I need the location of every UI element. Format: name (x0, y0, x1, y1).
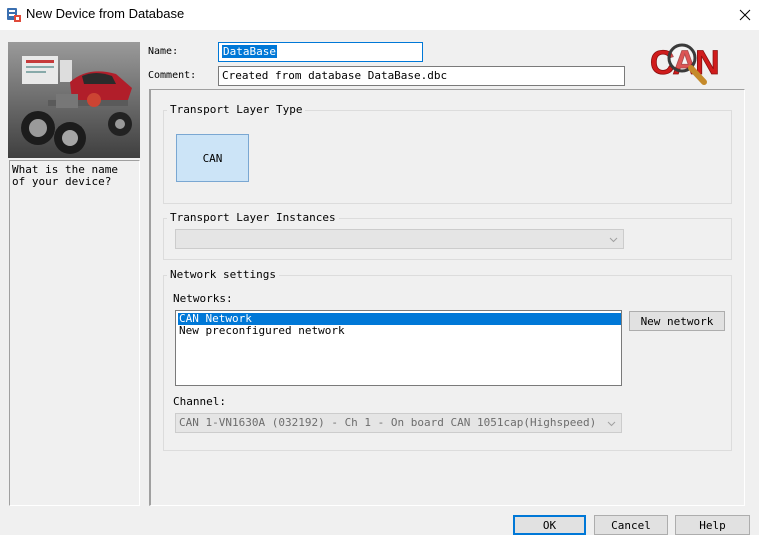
database-device-icon (6, 7, 22, 23)
can-logo-magnifier-icon: CAN (648, 36, 730, 88)
name-value: DataBase (222, 45, 277, 58)
transport-layer-instance-select[interactable] (175, 229, 624, 249)
close-icon (739, 9, 751, 21)
networks-label: Networks: (173, 292, 233, 305)
channel-value: CAN 1-VN1630A (032192) - Ch 1 - On board… (179, 416, 597, 429)
cancel-button[interactable]: Cancel (594, 515, 668, 535)
transport-layer-type-title: Transport Layer Type (167, 103, 306, 116)
help-panel: What is the name of your device? (9, 160, 140, 506)
ok-button[interactable]: OK (513, 515, 586, 535)
chevron-down-icon (607, 421, 616, 427)
name-label: Name: (148, 46, 179, 57)
window-title: New Device from Database (26, 6, 185, 21)
name-input[interactable]: DataBase (218, 42, 423, 62)
channel-select[interactable]: CAN 1-VN1630A (032192) - Ch 1 - On board… (175, 413, 622, 433)
channel-label: Channel: (173, 395, 226, 408)
transport-layer-instances-title: Transport Layer Instances (167, 211, 339, 224)
car-chassis-illustration (8, 42, 140, 158)
network-settings-title: Network settings (167, 268, 279, 281)
help-button[interactable]: Help (675, 515, 750, 535)
help-text: What is the name of your device? (12, 163, 125, 188)
comment-input[interactable]: Created from database DataBase.dbc (218, 66, 625, 86)
new-network-button[interactable]: New network (629, 311, 725, 331)
chevron-down-icon (609, 237, 618, 243)
list-item[interactable]: New preconfigured network (178, 325, 346, 337)
comment-label: Comment: (148, 70, 197, 81)
can-transport-option[interactable]: CAN (176, 134, 249, 182)
networks-list[interactable]: CAN Network New preconfigured network (175, 310, 622, 386)
close-button[interactable] (731, 0, 759, 30)
